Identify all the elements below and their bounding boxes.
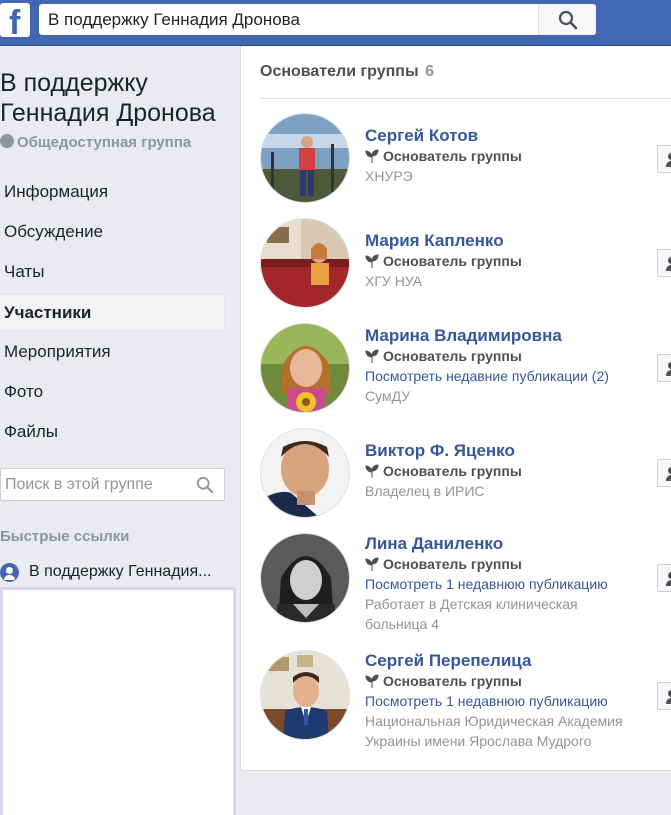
member-info: Мария Капленко Основатель группы ХГУ НУА bbox=[365, 231, 655, 291]
nav-item-photos[interactable]: Фото bbox=[0, 374, 225, 411]
member-role-label: Основатель группы bbox=[383, 348, 522, 364]
logo-letter: f bbox=[9, 4, 21, 37]
member-name[interactable]: Лина Даниленко bbox=[365, 534, 655, 554]
member-info: Сергей Перепелица Основатель группы Посм… bbox=[365, 651, 655, 751]
nav-item-events[interactable]: Мероприятия bbox=[0, 334, 225, 371]
member-name[interactable]: Сергей Перепелица bbox=[365, 651, 655, 671]
global-search bbox=[39, 4, 596, 35]
group-privacy: Общедоступная группа bbox=[0, 134, 191, 151]
sprout-icon bbox=[365, 349, 379, 363]
add-friend-button[interactable] bbox=[657, 564, 671, 592]
member-role-label: Основатель группы bbox=[383, 673, 522, 689]
avatar[interactable] bbox=[260, 323, 350, 413]
left-column: В поддержку Геннадия Дронова Общедоступн… bbox=[0, 46, 238, 815]
member-detail: СумДУ bbox=[365, 388, 411, 404]
member-role: Основатель группы bbox=[365, 671, 655, 691]
group-search-input[interactable] bbox=[1, 469, 191, 500]
member-detail: Работает в Детская клиническая bbox=[365, 596, 578, 612]
add-friend-button[interactable] bbox=[657, 249, 671, 277]
founders-header: Основатели группы 6 bbox=[260, 63, 434, 81]
founders-title: Основатели группы bbox=[260, 63, 419, 80]
member-detail: Владелец в ИРИС bbox=[365, 483, 485, 499]
avatar[interactable] bbox=[260, 533, 350, 623]
sprout-icon bbox=[365, 464, 379, 478]
member-role: Основатель группы bbox=[365, 251, 655, 271]
member-role: Основатель группы bbox=[365, 554, 655, 574]
member-role-label: Основатель группы bbox=[383, 556, 522, 572]
avatar[interactable] bbox=[260, 650, 350, 740]
group-search bbox=[0, 468, 225, 501]
search-icon[interactable] bbox=[196, 476, 214, 494]
member-role: Основатель группы bbox=[365, 146, 655, 166]
recent-posts-link[interactable]: Посмотреть 1 недавнюю публикацию bbox=[365, 574, 655, 594]
member-role-label: Основатель группы bbox=[383, 148, 522, 164]
member-detail: Украины имени Ярослава Мудрого bbox=[365, 733, 592, 749]
group-nav: Информация Обсуждение Чаты Участники Мер… bbox=[0, 174, 225, 454]
top-bar: f bbox=[0, 0, 671, 46]
global-search-input[interactable] bbox=[39, 4, 539, 35]
recent-posts-link[interactable]: Посмотреть 1 недавнюю публикацию bbox=[365, 691, 655, 711]
recent-posts-link[interactable]: Посмотреть недавние публикации (2) bbox=[365, 366, 655, 386]
quick-links-title: Быстрые ссылки bbox=[0, 528, 130, 545]
add-friend-button[interactable] bbox=[657, 459, 671, 487]
member-role-label: Основатель группы bbox=[383, 253, 522, 269]
group-title[interactable]: В поддержку Геннадия Дронова bbox=[0, 68, 235, 128]
member-detail: ХНУРЭ bbox=[365, 168, 413, 184]
member-role: Основатель группы bbox=[365, 461, 655, 481]
member-name[interactable]: Мария Капленко bbox=[365, 231, 655, 251]
quick-link-group[interactable]: В поддержку Геннадия... bbox=[0, 560, 225, 586]
search-button[interactable] bbox=[538, 4, 596, 35]
member-detail: больница 4 bbox=[365, 616, 439, 632]
nav-item-files[interactable]: Файлы bbox=[0, 414, 225, 451]
add-friend-button[interactable] bbox=[657, 682, 671, 710]
sprout-icon bbox=[365, 254, 379, 268]
member-name[interactable]: Виктор Ф. Яценко bbox=[365, 441, 655, 461]
nav-item-discussion[interactable]: Обсуждение bbox=[0, 214, 225, 251]
add-friend-button[interactable] bbox=[657, 354, 671, 382]
member-info: Сергей Котов Основатель группы ХНУРЭ bbox=[365, 126, 655, 186]
group-privacy-label: Общедоступная группа bbox=[17, 134, 192, 151]
add-friend-button[interactable] bbox=[657, 145, 671, 173]
group-icon bbox=[0, 563, 19, 582]
avatar[interactable] bbox=[260, 113, 350, 203]
member-info: Виктор Ф. Яценко Основатель группы Владе… bbox=[365, 441, 655, 501]
member-role-label: Основатель группы bbox=[383, 463, 522, 479]
avatar[interactable] bbox=[260, 428, 350, 518]
sprout-icon bbox=[365, 557, 379, 571]
facebook-logo[interactable]: f bbox=[0, 3, 30, 37]
globe-icon bbox=[0, 134, 14, 148]
member-name[interactable]: Марина Владимировна bbox=[365, 326, 655, 346]
sprout-icon bbox=[365, 674, 379, 688]
search-icon bbox=[558, 10, 578, 30]
founders-count: 6 bbox=[425, 63, 434, 80]
member-detail: ХГУ НУА bbox=[365, 273, 423, 289]
member-name[interactable]: Сергей Котов bbox=[365, 126, 655, 146]
member-role: Основатель группы bbox=[365, 346, 655, 366]
divider bbox=[260, 98, 671, 99]
blank-panel bbox=[0, 587, 236, 815]
nav-item-info[interactable]: Информация bbox=[0, 174, 225, 211]
avatar[interactable] bbox=[260, 218, 350, 308]
member-info: Лина Даниленко Основатель группы Посмотр… bbox=[365, 534, 655, 634]
founders-panel: Основатели группы 6 Сергей Котов Основат… bbox=[240, 46, 671, 771]
member-info: Марина Владимировна Основатель группы По… bbox=[365, 326, 655, 406]
nav-item-chats[interactable]: Чаты bbox=[0, 254, 225, 291]
member-detail: Национальная Юридическая Академия bbox=[365, 713, 623, 729]
nav-item-members[interactable]: Участники bbox=[0, 294, 225, 331]
sprout-icon bbox=[365, 149, 379, 163]
quick-link-label: В поддержку Геннадия... bbox=[29, 563, 212, 580]
